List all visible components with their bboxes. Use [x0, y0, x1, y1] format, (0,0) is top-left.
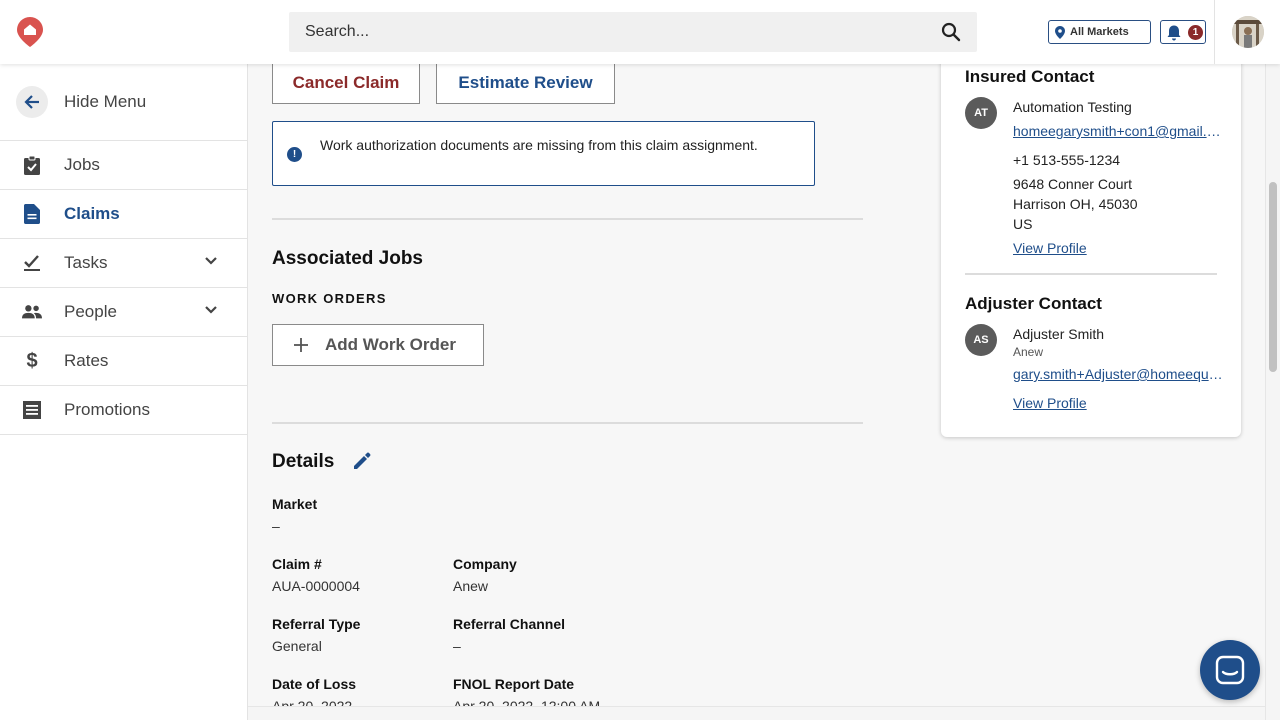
sidebar-item-label: People [64, 302, 117, 321]
referral-type-label: Referral Type [272, 616, 361, 632]
sidebar-item-promotions[interactable]: Promotions [0, 386, 247, 435]
referral-channel-value: – [453, 638, 461, 654]
plus-icon [294, 338, 308, 352]
section-divider [272, 422, 863, 424]
document-icon [22, 204, 42, 224]
sidebar-item-label: Jobs [64, 155, 100, 174]
work-orders-label: WORK ORDERS [272, 291, 387, 306]
location-pin-icon [1055, 25, 1065, 39]
notification-count-badge: 1 [1188, 25, 1203, 40]
chat-launcher-button[interactable] [1200, 640, 1260, 700]
market-label: Market [272, 496, 318, 512]
sidebar-item-claims[interactable]: Claims [0, 190, 247, 239]
notifications-button[interactable]: 1 [1160, 20, 1206, 44]
sidebar-item-rates[interactable]: $ Rates [0, 337, 247, 386]
adjuster-name: Adjuster Smith [1013, 326, 1105, 342]
logo-icon[interactable] [16, 16, 44, 48]
alert-text: Work authorization documents are missing… [320, 137, 758, 153]
fnol-report-date-label: FNOL Report Date [453, 676, 575, 692]
sidebar-item-tasks[interactable]: Tasks [0, 239, 247, 288]
scrollbar-thumb[interactable] [1269, 182, 1277, 372]
adjuster-email-link[interactable]: gary.smith+Adjuster@homeequity.com [1013, 366, 1225, 382]
insured-contact-title: Insured Contact [965, 67, 1095, 86]
chevron-down-icon[interactable] [204, 305, 218, 315]
claim-number-value: AUA-0000004 [272, 578, 360, 594]
top-bar: All Markets 1 [0, 0, 1280, 64]
dollar-icon: $ [26, 349, 38, 372]
insured-email-link[interactable]: homeegarysmith+con1@gmail.com [1013, 123, 1225, 139]
insured-address-line3: US [1013, 216, 1033, 232]
missing-documents-alert: ! Work authorization documents are missi… [272, 121, 815, 186]
markets-label: All Markets [1070, 26, 1129, 38]
estimate-review-button[interactable]: Estimate Review [436, 64, 615, 104]
chevron-down-icon[interactable] [204, 256, 218, 266]
referral-channel-label: Referral Channel [453, 616, 566, 632]
checkmark-icon [22, 253, 42, 273]
fnol-report-date-value: Apr 20, 2022, 12:00 AM [453, 698, 601, 706]
sidebar-item-label: Promotions [64, 400, 150, 419]
search-bar [289, 12, 977, 52]
sidebar-item-people[interactable]: People [0, 288, 247, 337]
claim-number-label: Claim # [272, 556, 322, 572]
hide-menu-label: Hide Menu [64, 92, 147, 111]
market-value: – [272, 518, 280, 534]
section-divider [272, 218, 863, 220]
company-value: Anew [453, 578, 489, 594]
market-selector[interactable]: All Markets [1048, 20, 1151, 44]
people-icon [22, 302, 42, 322]
bell-icon [1167, 25, 1181, 41]
insured-view-profile-link[interactable]: View Profile [1013, 240, 1087, 256]
insured-phone: +1 513-555-1234 [1013, 152, 1121, 168]
adjuster-view-profile-link[interactable]: View Profile [1013, 395, 1087, 411]
horizontal-scrollbar[interactable] [248, 706, 1265, 720]
insured-name: Automation Testing [1013, 99, 1132, 115]
contact-divider [965, 273, 1217, 275]
sidebar: Hide Menu Jobs Claims Tasks People $ Rat… [0, 64, 248, 720]
header-divider [1214, 0, 1215, 64]
sidebar-item-label: Rates [64, 351, 109, 370]
date-of-loss-value: Apr 20, 2022 [272, 698, 353, 706]
details-title: Details [272, 451, 335, 472]
sidebar-item-jobs[interactable]: Jobs [0, 141, 247, 190]
adjuster-contact-title: Adjuster Contact [965, 294, 1102, 313]
insured-avatar: AT [965, 97, 997, 129]
search-input[interactable] [289, 12, 929, 52]
sidebar-item-label: Tasks [64, 253, 108, 272]
insured-address-line1: 9648 Conner Court [1013, 176, 1133, 192]
insured-address-line2: Harrison OH, 45030 [1013, 196, 1138, 212]
search-icon[interactable] [941, 22, 961, 42]
associated-jobs-title: Associated Jobs [272, 248, 423, 269]
vertical-scrollbar[interactable] [1265, 64, 1280, 720]
company-label: Company [453, 556, 517, 572]
back-arrow-icon [16, 86, 48, 118]
add-work-order-label: Add Work Order [325, 335, 456, 354]
date-of-loss-label: Date of Loss [272, 676, 357, 692]
receipt-icon [22, 400, 42, 420]
cancel-claim-button[interactable]: Cancel Claim [272, 64, 420, 104]
adjuster-avatar: AS [965, 324, 997, 356]
clipboard-check-icon [22, 155, 42, 175]
pencil-edit-icon[interactable] [351, 450, 373, 472]
hide-menu-button[interactable]: Hide Menu [0, 64, 247, 141]
sidebar-item-label: Claims [64, 204, 120, 223]
adjuster-company: Anew [1013, 345, 1044, 359]
user-avatar[interactable] [1232, 16, 1264, 48]
contacts-card: Insured Contact AT Automation Testing ho… [941, 40, 1241, 437]
add-work-order-button[interactable]: Add Work Order [272, 324, 484, 366]
chat-icon [1215, 655, 1245, 685]
info-icon: ! [287, 147, 302, 162]
referral-type-value: General [272, 638, 322, 654]
